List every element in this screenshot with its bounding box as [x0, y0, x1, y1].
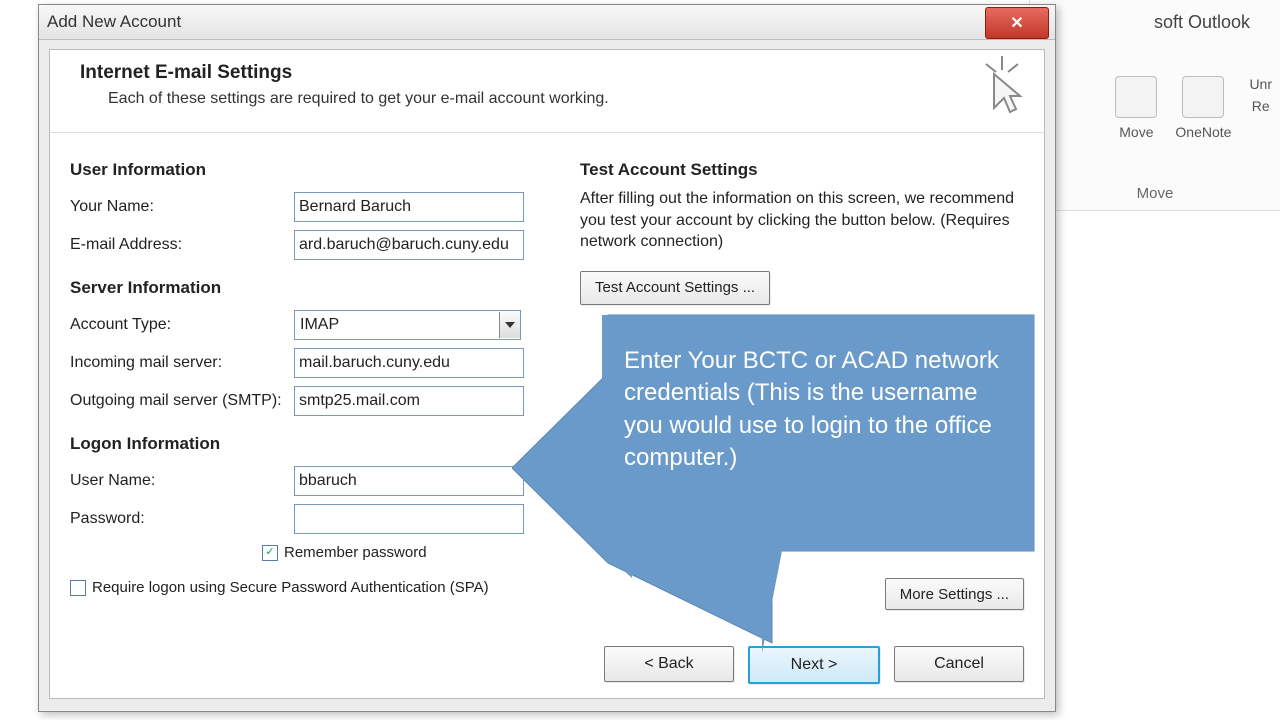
- test-settings-heading: Test Account Settings: [580, 160, 1028, 180]
- ribbon-onenote-button[interactable]: OneNote: [1175, 76, 1231, 140]
- email-input[interactable]: [294, 230, 524, 260]
- incoming-server-label: Incoming mail server:: [70, 354, 294, 372]
- cancel-button[interactable]: Cancel: [894, 646, 1024, 682]
- close-icon: ✕: [1010, 13, 1023, 33]
- remember-password-label: Remember password: [284, 544, 427, 561]
- ribbon-move-button[interactable]: Move: [1115, 76, 1157, 140]
- right-column: Test Account Settings After filling out …: [580, 150, 1028, 341]
- incoming-server-input[interactable]: [294, 348, 524, 378]
- ribbon-onenote-label: OneNote: [1175, 124, 1231, 140]
- test-next-row[interactable]: ✓ Test Account Settings by clicking the …: [608, 323, 1028, 341]
- outlook-ribbon-fragment: soft Outlook Move OneNote Unr Re Move: [1029, 0, 1280, 211]
- remember-password-checkbox[interactable]: ✓: [262, 545, 278, 561]
- username-label: User Name:: [70, 472, 294, 490]
- header-subtitle: Each of these settings are required to g…: [108, 90, 609, 108]
- your-name-label: Your Name:: [70, 198, 294, 216]
- titlebar[interactable]: Add New Account ✕: [39, 5, 1055, 40]
- move-icon: [1115, 76, 1157, 118]
- wizard-button-row: < Back Next > Cancel: [604, 646, 1024, 684]
- header-title: Internet E-mail Settings: [80, 62, 292, 84]
- your-name-input[interactable]: [294, 192, 524, 222]
- test-account-settings-button[interactable]: Test Account Settings ...: [580, 271, 770, 305]
- dropdown-arrow-icon: [499, 312, 520, 338]
- back-label: < Back: [644, 655, 693, 673]
- test-next-checkbox[interactable]: ✓: [608, 324, 624, 340]
- ribbon-group-label: Move: [1030, 185, 1280, 202]
- app-title-partial: soft Outlook: [1154, 12, 1250, 33]
- ribbon-unread-label-partial: Unr: [1249, 76, 1272, 92]
- more-settings-label: More Settings ...: [900, 586, 1009, 603]
- dialog-body: Internet E-mail Settings Each of these s…: [49, 49, 1045, 699]
- password-label: Password:: [70, 510, 294, 528]
- left-column: User Information Your Name: E-mail Addre…: [70, 150, 550, 596]
- onenote-icon: [1182, 76, 1224, 118]
- ribbon-unread-button[interactable]: Unr Re: [1249, 76, 1272, 114]
- outgoing-server-label: Outgoing mail server (SMTP):: [70, 392, 294, 410]
- spa-row[interactable]: Require logon using Secure Password Auth…: [70, 579, 550, 596]
- email-label: E-mail Address:: [70, 236, 294, 254]
- add-account-dialog: Add New Account ✕ Internet E-mail Settin…: [38, 4, 1056, 712]
- account-type-label: Account Type:: [70, 316, 294, 334]
- remember-password-row[interactable]: ✓ Remember password: [262, 544, 550, 561]
- test-account-settings-label: Test Account Settings ...: [595, 279, 755, 296]
- cancel-label: Cancel: [934, 655, 984, 673]
- spa-label: Require logon using Secure Password Auth…: [92, 579, 489, 596]
- logon-information-heading: Logon Information: [70, 434, 550, 454]
- outgoing-server-input[interactable]: [294, 386, 524, 416]
- header-divider: [50, 132, 1044, 133]
- dialog-title: Add New Account: [47, 12, 181, 32]
- test-next-label: Test Account Settings by clicking the Ne…: [632, 323, 976, 341]
- wizard-cursor-icon: [980, 56, 1024, 116]
- back-button[interactable]: < Back: [604, 646, 734, 682]
- test-settings-desc: After filling out the information on thi…: [580, 188, 1028, 253]
- user-information-heading: User Information: [70, 160, 550, 180]
- next-label: Next >: [791, 656, 838, 674]
- username-input[interactable]: [294, 466, 524, 496]
- next-button[interactable]: Next >: [748, 646, 880, 684]
- ribbon-re-label-partial: Re: [1252, 98, 1270, 114]
- account-type-value: IMAP: [300, 316, 339, 334]
- spa-checkbox[interactable]: [70, 580, 86, 596]
- more-settings-button[interactable]: More Settings ...: [885, 578, 1024, 610]
- close-button[interactable]: ✕: [985, 7, 1049, 39]
- account-type-select[interactable]: IMAP: [294, 310, 521, 340]
- server-information-heading: Server Information: [70, 278, 550, 298]
- ribbon-move-label: Move: [1119, 124, 1153, 140]
- password-input[interactable]: [294, 504, 524, 534]
